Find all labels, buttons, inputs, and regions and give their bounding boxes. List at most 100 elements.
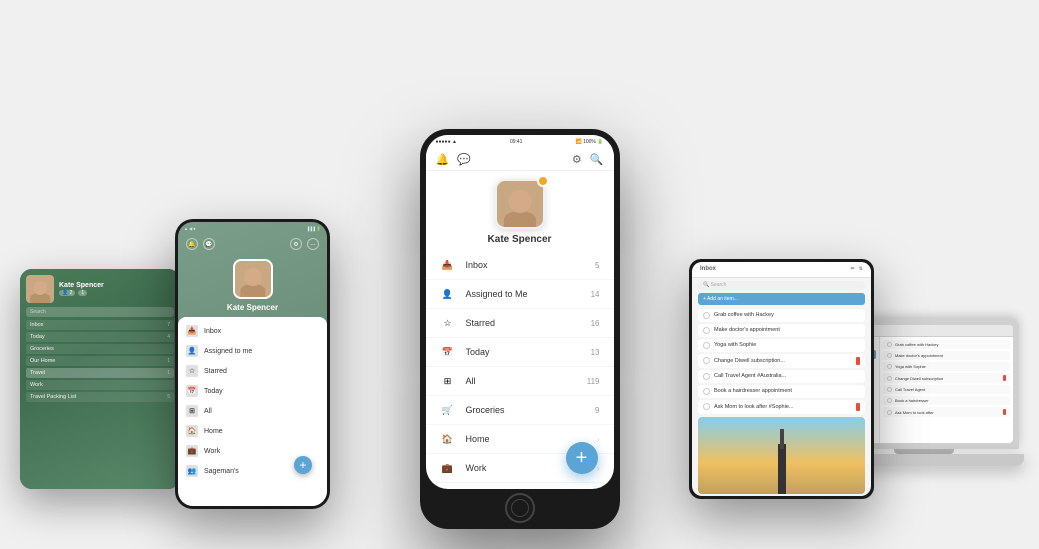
ipad-titlebar: Inbox ✏ ⇅ <box>692 262 871 278</box>
android-bell-icon[interactable]: 🔔 <box>186 238 198 250</box>
laptop-row-2-text: Make doctor's appointment <box>895 353 943 358</box>
laptop-row-3-text: Yoga with Sophie <box>895 364 926 369</box>
iphone-menu-personal[interactable]: 👤 Personal › <box>426 483 614 489</box>
laptop-cb-7[interactable] <box>887 410 892 415</box>
ipad-list-item-2[interactable]: Make doctor's appointment <box>698 324 865 337</box>
laptop-row-2[interactable]: Make doctor's appointment <box>883 351 1010 360</box>
ipad-flag-7 <box>856 403 860 411</box>
iphone-starred-icon: ☆ <box>440 315 456 331</box>
android-top-icons-left: 🔔 💬 <box>186 238 215 250</box>
ipad-sort-icon[interactable]: ⇅ <box>859 266 863 272</box>
ipad-list-item-1[interactable]: Grab coffee with Hackey <box>698 309 865 322</box>
laptop-flag-7 <box>1003 409 1006 415</box>
ipad-photo <box>698 417 865 494</box>
tablet-screen: Kate Spencer 👤 2 1 Search Inbox 7 Today … <box>20 269 180 489</box>
ipad-edit-icon[interactable]: ✏ <box>851 266 855 272</box>
tablet-avatar <box>26 275 54 303</box>
iphone-battery: 📶 100% 🔋 <box>575 139 603 145</box>
android-menu-today[interactable]: 📅 Today <box>178 381 327 401</box>
android-top-icons-right: ⚙ ... <box>290 238 319 250</box>
android-today-icon: 📅 <box>186 385 198 397</box>
android-screen: ▲ ◀ ● ▐▐▐ 🔋 🔔 💬 ⚙ ... Kate Spencer <box>178 222 327 506</box>
android-menu-starred-label: Starred <box>204 368 319 375</box>
android-menu-assigned[interactable]: 👤 Assigned to me <box>178 341 327 361</box>
ipad-checkbox-3[interactable] <box>703 342 710 349</box>
ipad-checkbox-7[interactable] <box>703 403 710 410</box>
ipad-list-item-6[interactable]: Book a hairdresser appointment <box>698 385 865 398</box>
iphone-menu-inbox-label: Inbox <box>466 260 586 270</box>
tablet-list-work-label: Work <box>30 382 43 388</box>
tablet-list-travel-count: 1 <box>167 370 170 376</box>
ipad-checkbox-5[interactable] <box>703 373 710 380</box>
laptop-row-3[interactable]: Yoga with Sophie <box>883 362 1010 371</box>
laptop-main: Grab coffee with Hackey Make doctor's ap… <box>880 337 1013 443</box>
iphone-work-chevron: › <box>597 464 600 473</box>
ipad-checkbox-4[interactable] <box>703 357 710 364</box>
ipad-search[interactable]: 🔍 Search <box>698 281 865 291</box>
ipad-list-item-4[interactable]: Change Diwell subscription... <box>698 354 865 368</box>
tablet-list-inbox[interactable]: Inbox 7 <box>26 320 174 330</box>
iphone-settings-icon[interactable]: ⚙ <box>572 153 582 166</box>
tablet-list-packing-count: 5 <box>167 394 170 400</box>
laptop-row-1-text: Grab coffee with Hackey <box>895 342 939 347</box>
tablet-search[interactable]: Search <box>26 307 174 317</box>
ipad-list-item-3[interactable]: Yoga with Sophie <box>698 339 865 352</box>
android-search-icon[interactable]: ... <box>307 238 319 250</box>
laptop-cb-6[interactable] <box>887 398 892 403</box>
tablet-list-ourhome[interactable]: Our Home 1 <box>26 356 174 366</box>
iphone-chat-icon[interactable]: 💬 <box>457 153 471 166</box>
iphone-menu-starred-count: 16 <box>591 319 600 328</box>
iphone-menu-today[interactable]: 📅 Today 13 <box>426 338 614 367</box>
laptop-row-4[interactable]: Change Diwell subscription <box>883 373 1010 383</box>
laptop-cb-4[interactable] <box>887 376 892 381</box>
iphone-menu-groceries[interactable]: 🛒 Groceries 9 <box>426 396 614 425</box>
android-menu-all[interactable]: ⊞ All <box>178 401 327 421</box>
android-menu-inbox[interactable]: 📥 Inbox <box>178 321 327 341</box>
android-settings-icon[interactable]: ⚙ <box>290 238 302 250</box>
ipad-add-item[interactable]: + Add an item... <box>698 293 865 305</box>
android-status-right: ▐▐▐ 🔋 <box>306 226 321 231</box>
iphone-search-icon[interactable]: 🔍 <box>590 153 604 166</box>
iphone-profile-name: Kate Spencer <box>488 234 552 245</box>
laptop-row-5[interactable]: Call Travel Agent <box>883 385 1010 394</box>
laptop-cb-3[interactable] <box>887 364 892 369</box>
tablet-list-travel[interactable]: Travel 1 <box>26 368 174 378</box>
android-menu-starred[interactable]: ☆ Starred <box>178 361 327 381</box>
iphone-menu-starred[interactable]: ☆ Starred 16 <box>426 309 614 338</box>
tablet-search-label: Search <box>30 309 46 315</box>
iphone-all-icon: ⊞ <box>440 373 456 389</box>
ipad-item-text-3: Yoga with Sophie <box>714 342 860 348</box>
ipad-list-item-7[interactable]: Ask Mom to look after #Sophie... <box>698 400 865 414</box>
ipad-photo-tower <box>778 444 786 494</box>
android-fab[interactable]: + <box>294 456 312 474</box>
laptop-row-1[interactable]: Grab coffee with Hackey <box>883 340 1010 349</box>
android-profile-pic <box>233 259 273 299</box>
laptop-cb-5[interactable] <box>887 387 892 392</box>
ipad-checkbox-2[interactable] <box>703 327 710 334</box>
iphone-fab[interactable]: + <box>566 442 598 474</box>
iphone-menu-inbox[interactable]: 📥 Inbox 5 <box>426 251 614 280</box>
android-chat-icon[interactable]: 💬 <box>203 238 215 250</box>
scene: Kate Spencer 👤 2 1 Search Inbox 7 Today … <box>0 0 1039 549</box>
iphone-home-button[interactable] <box>505 493 535 523</box>
iphone-menu-starred-label: Starred <box>466 318 581 328</box>
ipad-checkbox-1[interactable] <box>703 312 710 319</box>
iphone-menu-all[interactable]: ⊞ All 119 <box>426 367 614 396</box>
laptop-cb-1[interactable] <box>887 342 892 347</box>
ipad-list-item-5[interactable]: Call Travel Agent #Australia... <box>698 370 865 383</box>
tablet-list-work[interactable]: Work <box>26 380 174 390</box>
android-menu-home[interactable]: 🏠 Home <box>178 421 327 441</box>
laptop-cb-2[interactable] <box>887 353 892 358</box>
laptop-row-7[interactable]: Ask Mom to look after <box>883 407 1010 417</box>
ipad-add-item-label: + Add an item... <box>703 296 738 302</box>
ipad-checkbox-6[interactable] <box>703 388 710 395</box>
iphone-bell-icon[interactable]: 🔔 <box>436 153 450 166</box>
tablet-list-today[interactable]: Today 4 <box>26 332 174 342</box>
iphone-menu-assigned[interactable]: 👤 Assigned to Me 14 <box>426 280 614 309</box>
tablet-list-groceries[interactable]: Groceries <box>26 344 174 354</box>
ipad-item-text-2: Make doctor's appointment <box>714 327 860 333</box>
laptop-row-6[interactable]: Book a hairdresser <box>883 396 1010 405</box>
tablet-list-packing[interactable]: Travel Packing List 5 <box>26 392 174 402</box>
iphone-statusbar: ●●●●● ▲ 09:41 📶 100% 🔋 <box>426 135 614 149</box>
iphone-menu-groceries-count: 9 <box>595 406 599 415</box>
